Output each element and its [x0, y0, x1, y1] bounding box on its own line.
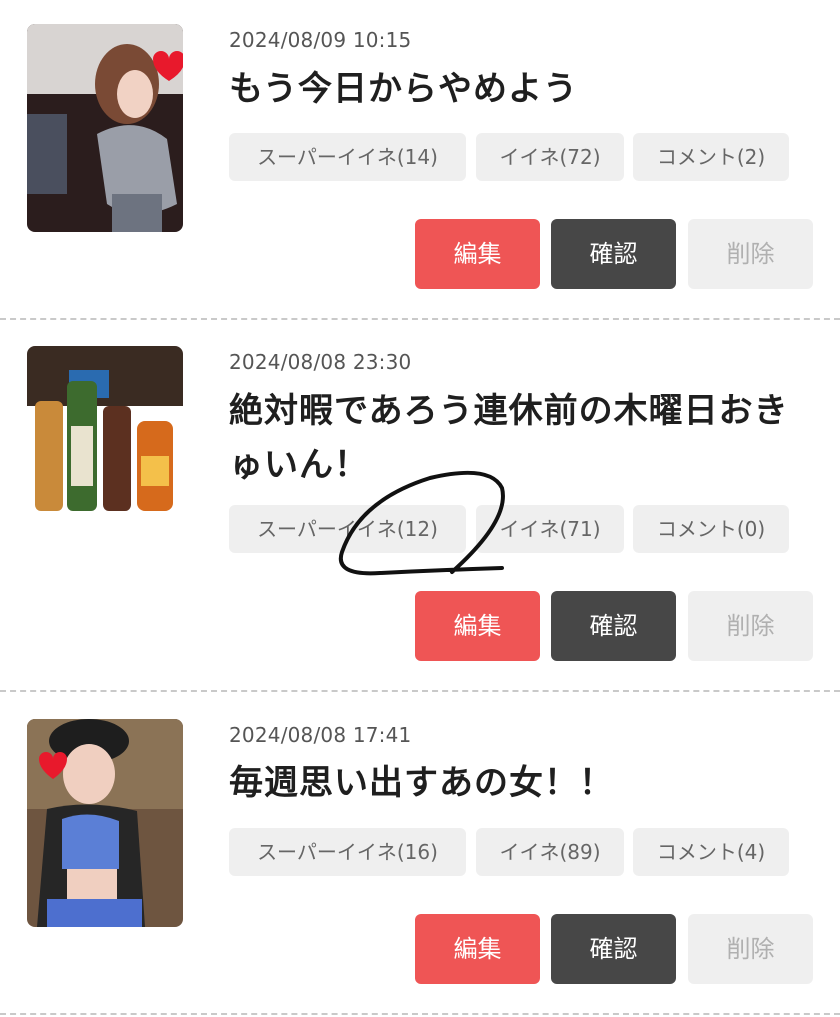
post-date: 2024/08/09 10:15 [229, 28, 412, 52]
like-count[interactable]: イイネ(71) [476, 505, 624, 553]
edit-button[interactable]: 編集 [415, 914, 540, 984]
post-date: 2024/08/08 17:41 [229, 723, 412, 747]
comment-count[interactable]: コメント(4) [633, 828, 789, 876]
edit-button[interactable]: 編集 [415, 219, 540, 289]
edit-button[interactable]: 編集 [415, 591, 540, 661]
like-count[interactable]: イイネ(89) [476, 828, 624, 876]
post-title[interactable]: もう今日からやめよう [229, 62, 819, 116]
post-item: 2024/08/09 10:15 もう今日からやめよう スーパーイイネ(14) … [0, 0, 840, 318]
super-like-count[interactable]: スーパーイイネ(14) [229, 133, 466, 181]
post-title[interactable]: 絶対暇であろう連休前の木曜日おきゅいん！ [229, 384, 819, 492]
post-title[interactable]: 毎週思い出すあの女！！ [229, 756, 819, 810]
super-like-count[interactable]: スーパーイイネ(16) [229, 828, 466, 876]
post-date: 2024/08/08 23:30 [229, 350, 412, 374]
delete-button[interactable]: 削除 [688, 219, 813, 289]
delete-button[interactable]: 削除 [688, 591, 813, 661]
delete-button[interactable]: 削除 [688, 914, 813, 984]
super-like-count[interactable]: スーパーイイネ(12) [229, 505, 466, 553]
post-thumbnail[interactable] [27, 346, 183, 516]
confirm-button[interactable]: 確認 [551, 914, 676, 984]
confirm-button[interactable]: 確認 [551, 591, 676, 661]
post-thumbnail[interactable] [27, 24, 183, 232]
confirm-button[interactable]: 確認 [551, 219, 676, 289]
post-thumbnail[interactable] [27, 719, 183, 927]
post-item: 2024/08/08 17:41 毎週思い出すあの女！！ スーパーイイネ(16)… [0, 692, 840, 1017]
comment-count[interactable]: コメント(0) [633, 505, 789, 553]
like-count[interactable]: イイネ(72) [476, 133, 624, 181]
divider [0, 1013, 840, 1015]
comment-count[interactable]: コメント(2) [633, 133, 789, 181]
post-item: 2024/08/08 23:30 絶対暇であろう連休前の木曜日おきゅいん！ スー… [0, 320, 840, 690]
